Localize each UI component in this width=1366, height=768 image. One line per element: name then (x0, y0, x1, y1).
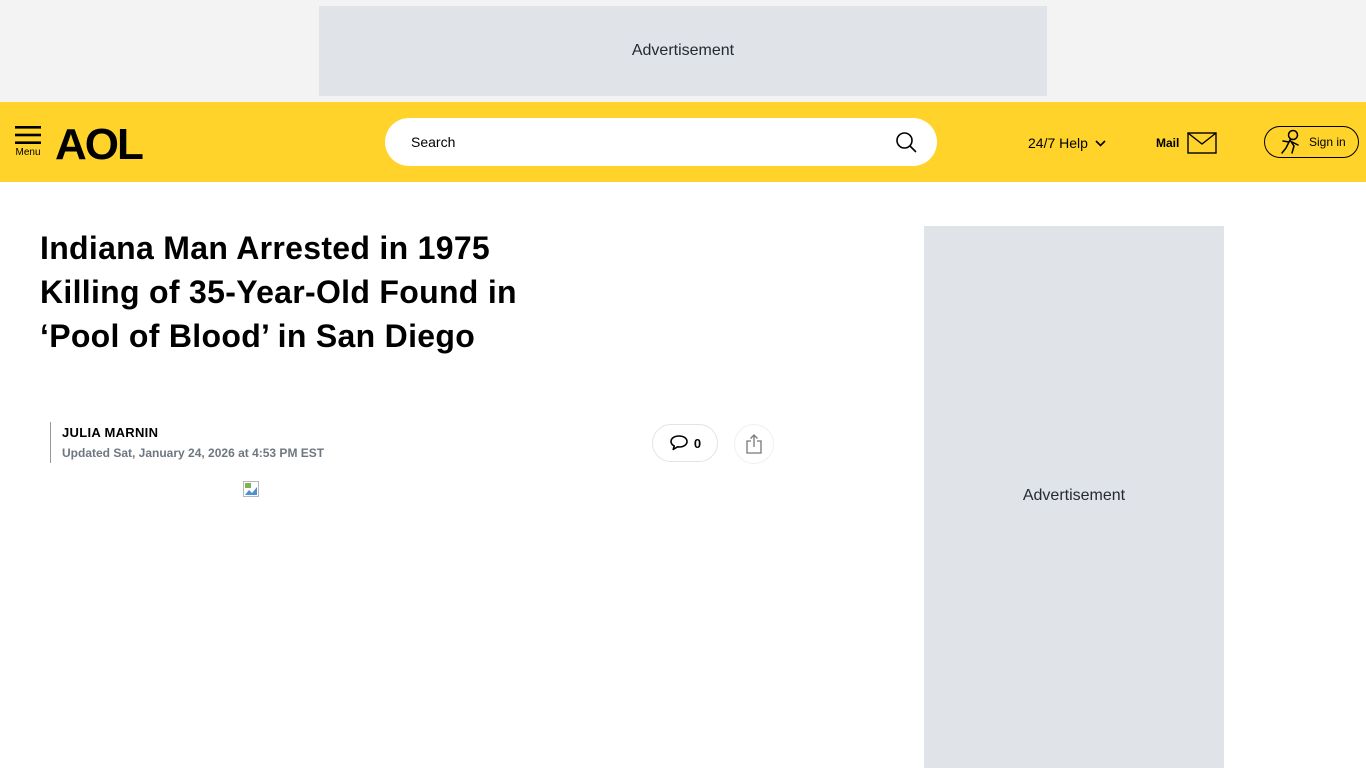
search-box (385, 118, 937, 166)
sign-in-button[interactable]: Sign in (1264, 126, 1359, 158)
menu-button[interactable]: Menu (14, 126, 42, 162)
envelope-icon (1187, 132, 1218, 154)
side-ad-label: Advertisement (1022, 487, 1126, 504)
help-label: 24/7 Help (1028, 135, 1088, 151)
person-icon (1281, 129, 1299, 154)
updated-timestamp: Updated Sat, January 24, 2026 at 4:53 PM… (62, 446, 325, 460)
search-input[interactable] (411, 134, 871, 150)
logo-text: AOL (55, 122, 143, 162)
comment-count: 0 (693, 435, 702, 451)
mail-label: Mail (1156, 136, 1180, 150)
share-button[interactable] (734, 424, 774, 464)
help-dropdown[interactable]: 24/7 Help (1028, 133, 1106, 153)
byline: JULIA MARNIN Updated Sat, January 24, 20… (50, 422, 324, 463)
top-advertisement[interactable]: Advertisement (319, 6, 1047, 96)
broken-image-icon (243, 481, 259, 497)
sign-in-label: Sign in (1309, 135, 1346, 149)
search-icon[interactable] (895, 131, 917, 153)
mail-link[interactable]: Mail (1156, 130, 1218, 156)
comments-button[interactable]: 0 (652, 424, 718, 462)
top-ad-band: Advertisement (0, 0, 1366, 102)
hamburger-icon (15, 126, 41, 144)
top-ad-label: Advertisement (631, 42, 735, 59)
article-headline: Indiana Man Arrested in 1975 Killing of … (40, 230, 517, 354)
side-advertisement[interactable]: Advertisement (924, 226, 1224, 768)
chevron-down-icon (1095, 139, 1106, 147)
aol-logo-mark: AOL (55, 122, 145, 162)
aol-logo[interactable]: AOL (55, 122, 159, 162)
share-icon (746, 434, 762, 454)
speech-bubble-icon (670, 435, 688, 451)
menu-label: Menu (15, 147, 41, 158)
author-name[interactable]: JULIA MARNIN (62, 425, 324, 440)
